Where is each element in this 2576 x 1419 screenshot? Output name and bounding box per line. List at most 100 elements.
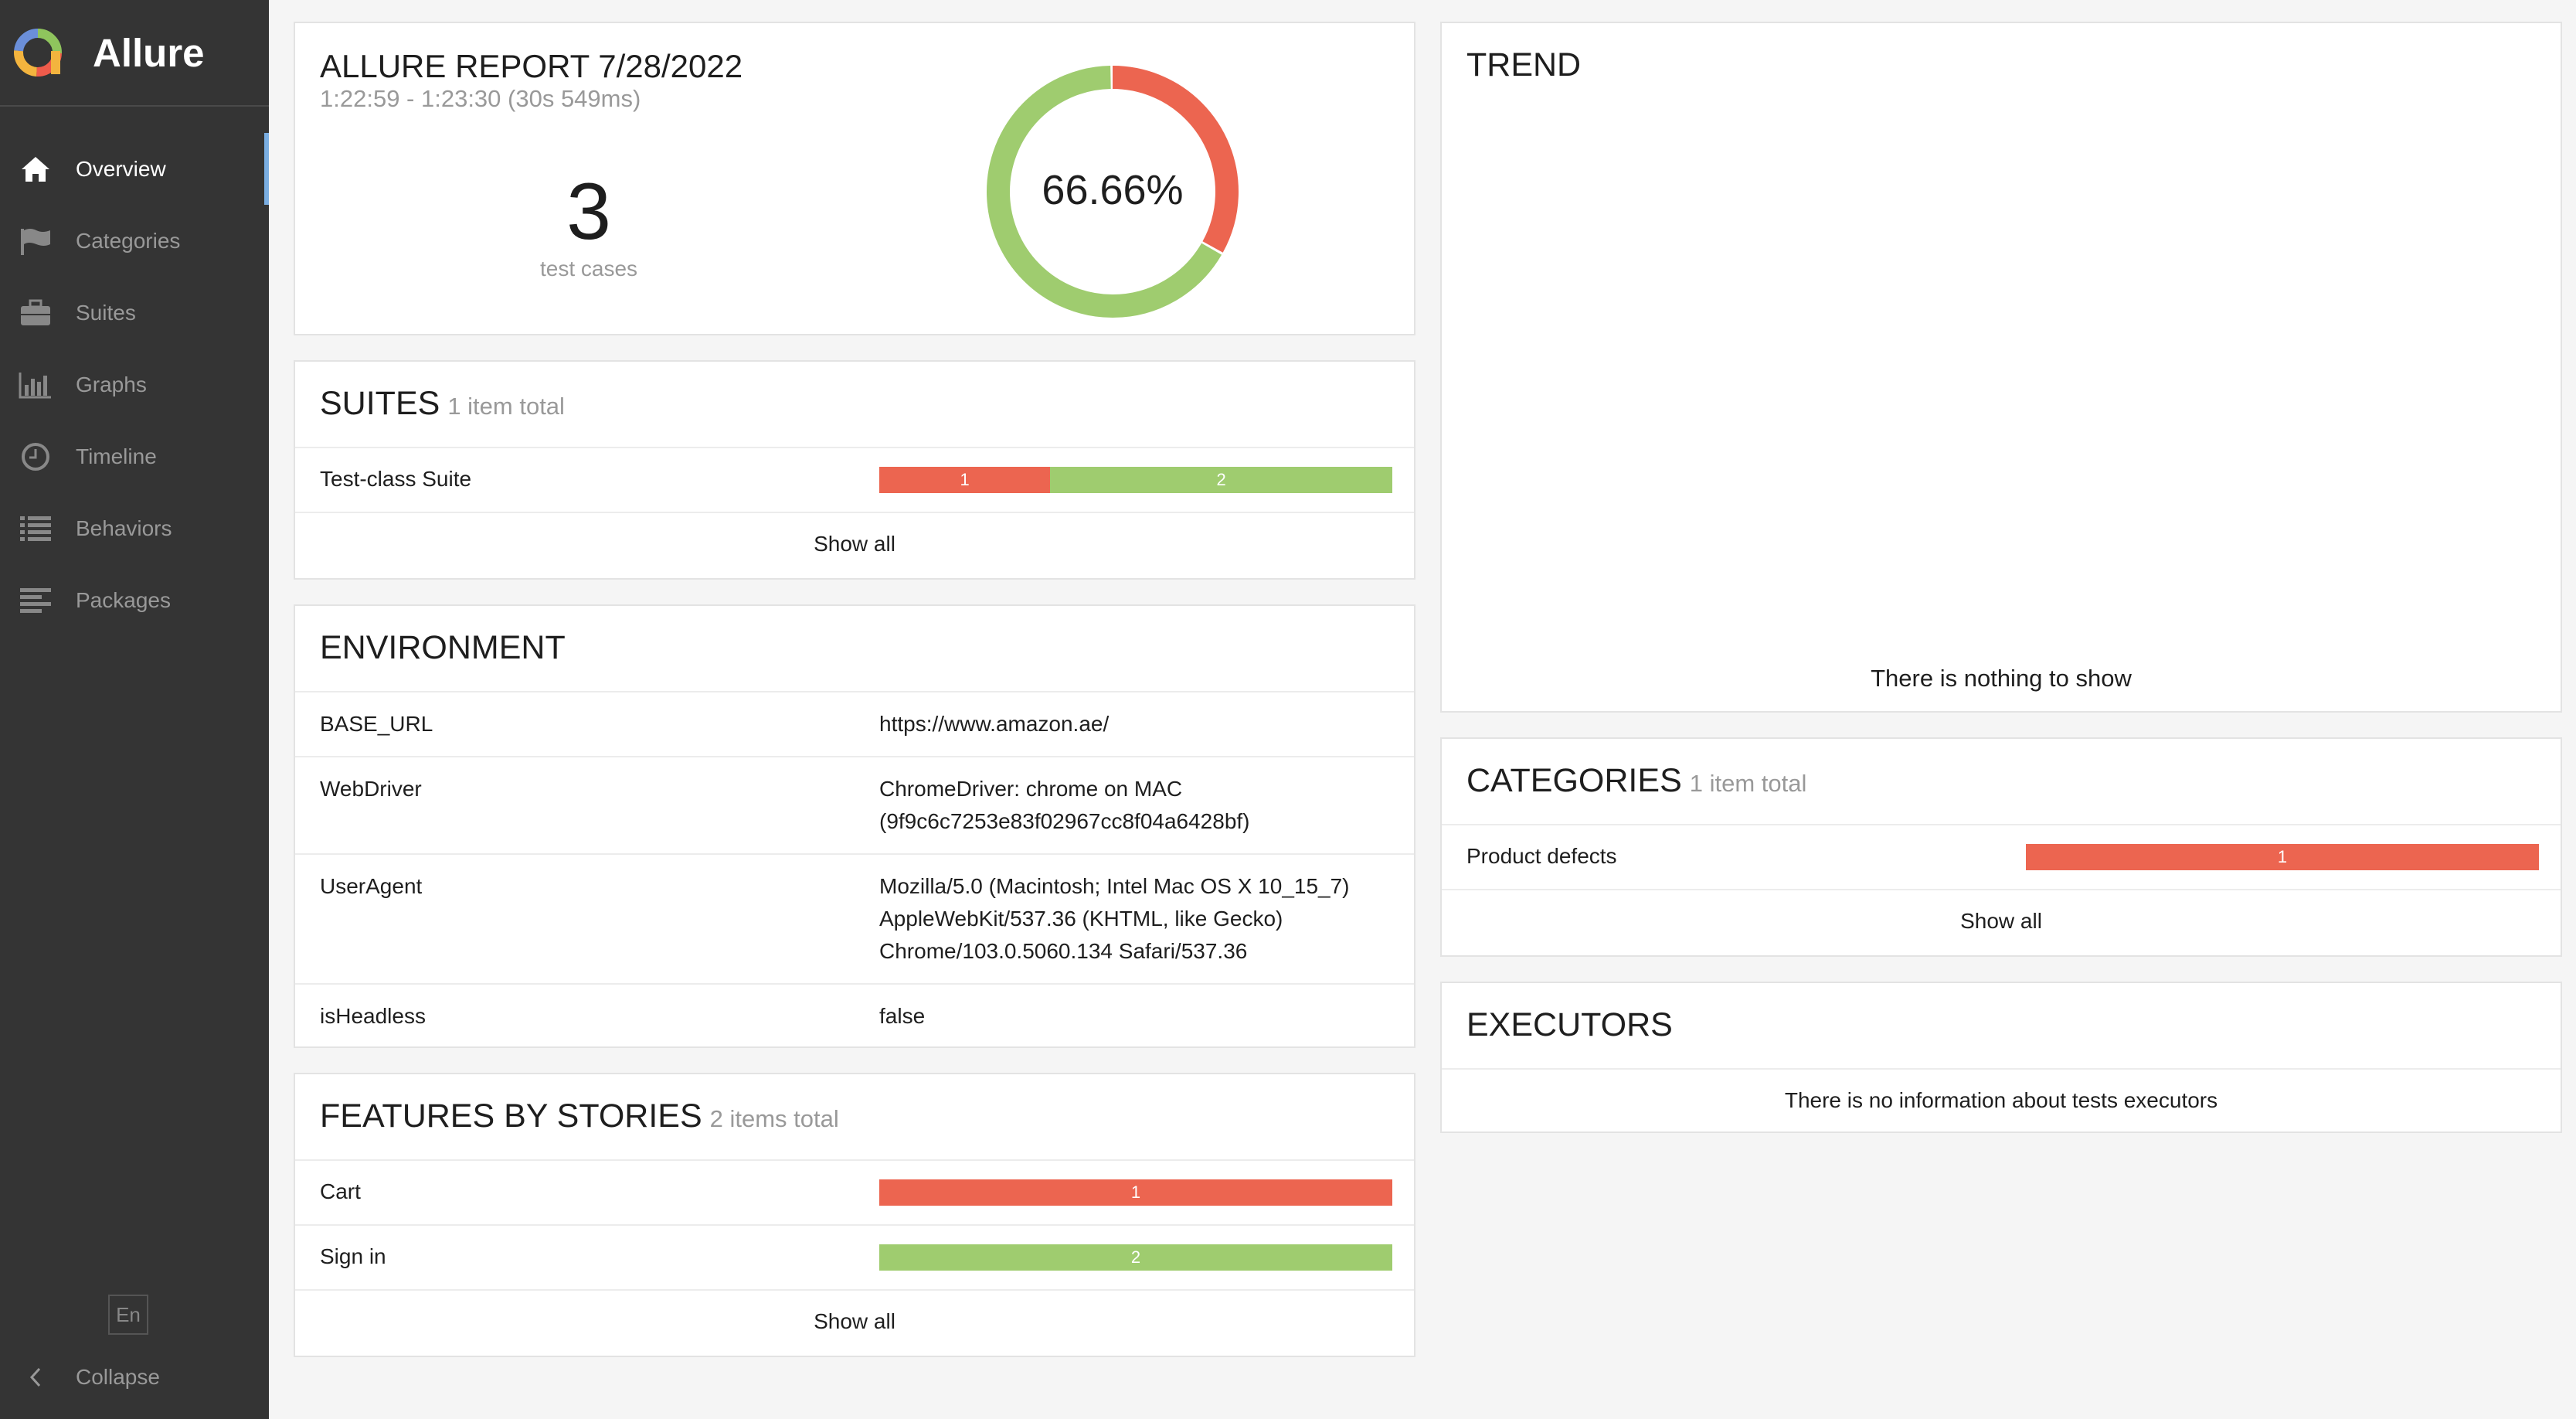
sidebar-item-label: Graphs [76, 372, 147, 396]
env-value-line: false [879, 1004, 926, 1028]
language-switch[interactable]: En [108, 1295, 148, 1335]
show-all-row: Show all [295, 512, 1414, 580]
report-time-range: 1:22:59 - 1:23:30 (30s 549ms) [320, 85, 641, 112]
clock-icon [19, 440, 53, 474]
sidebar-item-label: Timeline [76, 444, 157, 468]
sidebar-item-timeline[interactable]: Timeline [0, 420, 269, 492]
trend-title: TREND [1466, 46, 1582, 83]
sidebar-item-label: Suites [76, 300, 136, 325]
status-bar-passed[interactable]: 2 [879, 1244, 1392, 1271]
table-row: BASE_URL https://www.amazon.ae/ [295, 691, 1414, 756]
status-bar-failed[interactable]: 1 [879, 467, 1051, 493]
suites-title: SUITES [320, 385, 440, 422]
environment-title: ENVIRONMENT [320, 629, 566, 666]
categories-widget: CATEGORIES 1 item total Product defects 1… [1440, 737, 2562, 957]
suite-name: Test-class Suite [320, 467, 472, 491]
sidebar-item-label: Categories [76, 228, 181, 253]
test-case-count-label: test cases [539, 257, 638, 281]
brand[interactable]: Allure [0, 0, 269, 107]
categories-title: CATEGORIES [1466, 762, 1682, 799]
status-bar-passed[interactable]: 2 [1050, 467, 1392, 493]
table-row[interactable]: Cart 1 [295, 1159, 1414, 1224]
env-value-line: Mozilla/5.0 (Macintosh; Intel Mac OS X 1… [879, 874, 1350, 898]
widget-title: SUITES 1 item total [320, 385, 565, 423]
suites-show-all-link[interactable]: Show all [295, 532, 1414, 556]
env-value: false [879, 1000, 925, 1033]
env-value: https://www.amazon.ae/ [879, 708, 1109, 740]
collapse-button[interactable]: Collapse [0, 1354, 269, 1400]
table-row[interactable]: Sign in 2 [295, 1224, 1414, 1289]
suites-total: 1 item total [447, 393, 565, 420]
status-bar-failed[interactable]: 1 [879, 1179, 1392, 1206]
env-key: UserAgent [320, 874, 423, 898]
env-value: Mozilla/5.0 (Macintosh; Intel Mac OS X 1… [879, 870, 1350, 968]
sidebar-item-overview[interactable]: Overview [0, 133, 269, 205]
suites-widget: SUITES 1 item total Test-class Suite 1 2 … [294, 360, 1415, 580]
feature-name: Cart [320, 1179, 361, 1203]
env-value-line: AppleWebKit/537.36 (KHTML, like Gecko) [879, 907, 1283, 931]
executors-title: EXECUTORS [1466, 1006, 1673, 1043]
app-name: Allure [93, 30, 205, 75]
status-bar[interactable]: 1 [2026, 844, 2539, 870]
summary-widget: ALLURE REPORT 7/28/2022 1:22:59 - 1:23:3… [294, 22, 1415, 335]
sidebar-item-behaviors[interactable]: Behaviors [0, 492, 269, 564]
env-value-line: ChromeDriver: chrome on MAC [879, 777, 1183, 801]
executors-widget: EXECUTORS There is no information about … [1440, 982, 2562, 1133]
features-total: 2 items total [709, 1105, 839, 1132]
status-bar-failed[interactable]: 1 [2026, 844, 2539, 870]
sidebar-item-label: Behaviors [76, 516, 172, 540]
collapse-label: Collapse [76, 1365, 160, 1389]
categories-total: 1 item total [1689, 770, 1807, 797]
env-key: BASE_URL [320, 712, 433, 736]
feature-name: Sign in [320, 1244, 386, 1268]
status-bar[interactable]: 1 2 [879, 467, 1392, 493]
home-icon [19, 152, 53, 186]
show-all-row: Show all [1442, 889, 2561, 957]
align-left-icon [19, 584, 53, 618]
env-key: WebDriver [320, 777, 422, 801]
success-rate-percent: 66.66% [1042, 167, 1183, 213]
table-row: WebDriver ChromeDriver: chrome on MAC (9… [295, 756, 1414, 853]
env-value-line: (9f9c6c7253e83f02967cc8f04a6428bf) [879, 809, 1250, 833]
features-title: FEATURES BY STORIES [320, 1097, 702, 1135]
features-show-all-link[interactable]: Show all [295, 1309, 1414, 1334]
trend-empty-message: There is nothing to show [1871, 665, 2132, 692]
report-title: ALLURE REPORT 7/28/2022 [320, 48, 743, 84]
env-value-line: https://www.amazon.ae/ [879, 712, 1110, 736]
sidebar-item-graphs[interactable]: Graphs [0, 349, 269, 420]
sidebar-item-packages[interactable]: Packages [0, 564, 269, 636]
category-name: Product defects [1466, 844, 1617, 868]
sidebar-item-categories[interactable]: Categories [0, 205, 269, 277]
env-value-line: Chrome/103.0.5060.134 Safari/537.36 [879, 939, 1248, 963]
chevron-left-icon [19, 1360, 53, 1394]
env-key: isHeadless [320, 1004, 426, 1028]
show-all-row: Show all [295, 1289, 1414, 1357]
test-case-count: 3 [566, 167, 611, 257]
briefcase-icon [19, 296, 53, 330]
table-row[interactable]: Product defects 1 [1442, 824, 2561, 889]
sidebar-nav: Overview Categories Suites Graphs Timeli… [0, 133, 269, 636]
env-value: ChromeDriver: chrome on MAC (9f9c6c7253e… [879, 773, 1250, 838]
features-widget: FEATURES BY STORIES 2 items total Cart 1 … [294, 1073, 1415, 1357]
bar-chart-icon [19, 368, 53, 402]
widget-title: CATEGORIES 1 item total [1466, 762, 1806, 800]
table-row: isHeadless false [295, 983, 1414, 1048]
sidebar-item-suites[interactable]: Suites [0, 277, 269, 349]
status-bar[interactable]: 2 [879, 1244, 1392, 1271]
table-row[interactable]: Test-class Suite 1 2 [295, 447, 1414, 512]
sidebar-item-label: Packages [76, 587, 171, 612]
sidebar: Allure Overview Categories Suites Graphs [0, 0, 269, 1419]
categories-show-all-link[interactable]: Show all [1442, 909, 2561, 934]
allure-logo-icon [14, 29, 62, 77]
widget-title: FEATURES BY STORIES 2 items total [320, 1097, 839, 1135]
status-bar[interactable]: 1 [879, 1179, 1392, 1206]
list-icon [19, 512, 53, 546]
environment-widget: ENVIRONMENT BASE_URL https://www.amazon.… [294, 604, 1415, 1048]
success-rate-donut[interactable]: 66.66% [981, 60, 1244, 323]
trend-widget: TREND There is nothing to show [1440, 22, 2562, 713]
sidebar-item-label: Overview [76, 156, 166, 181]
executors-empty-message: There is no information about tests exec… [1784, 1088, 2218, 1112]
executors-empty-row: There is no information about tests exec… [1442, 1068, 2561, 1133]
table-row: UserAgent Mozilla/5.0 (Macintosh; Intel … [295, 853, 1414, 983]
flag-icon [19, 224, 53, 258]
